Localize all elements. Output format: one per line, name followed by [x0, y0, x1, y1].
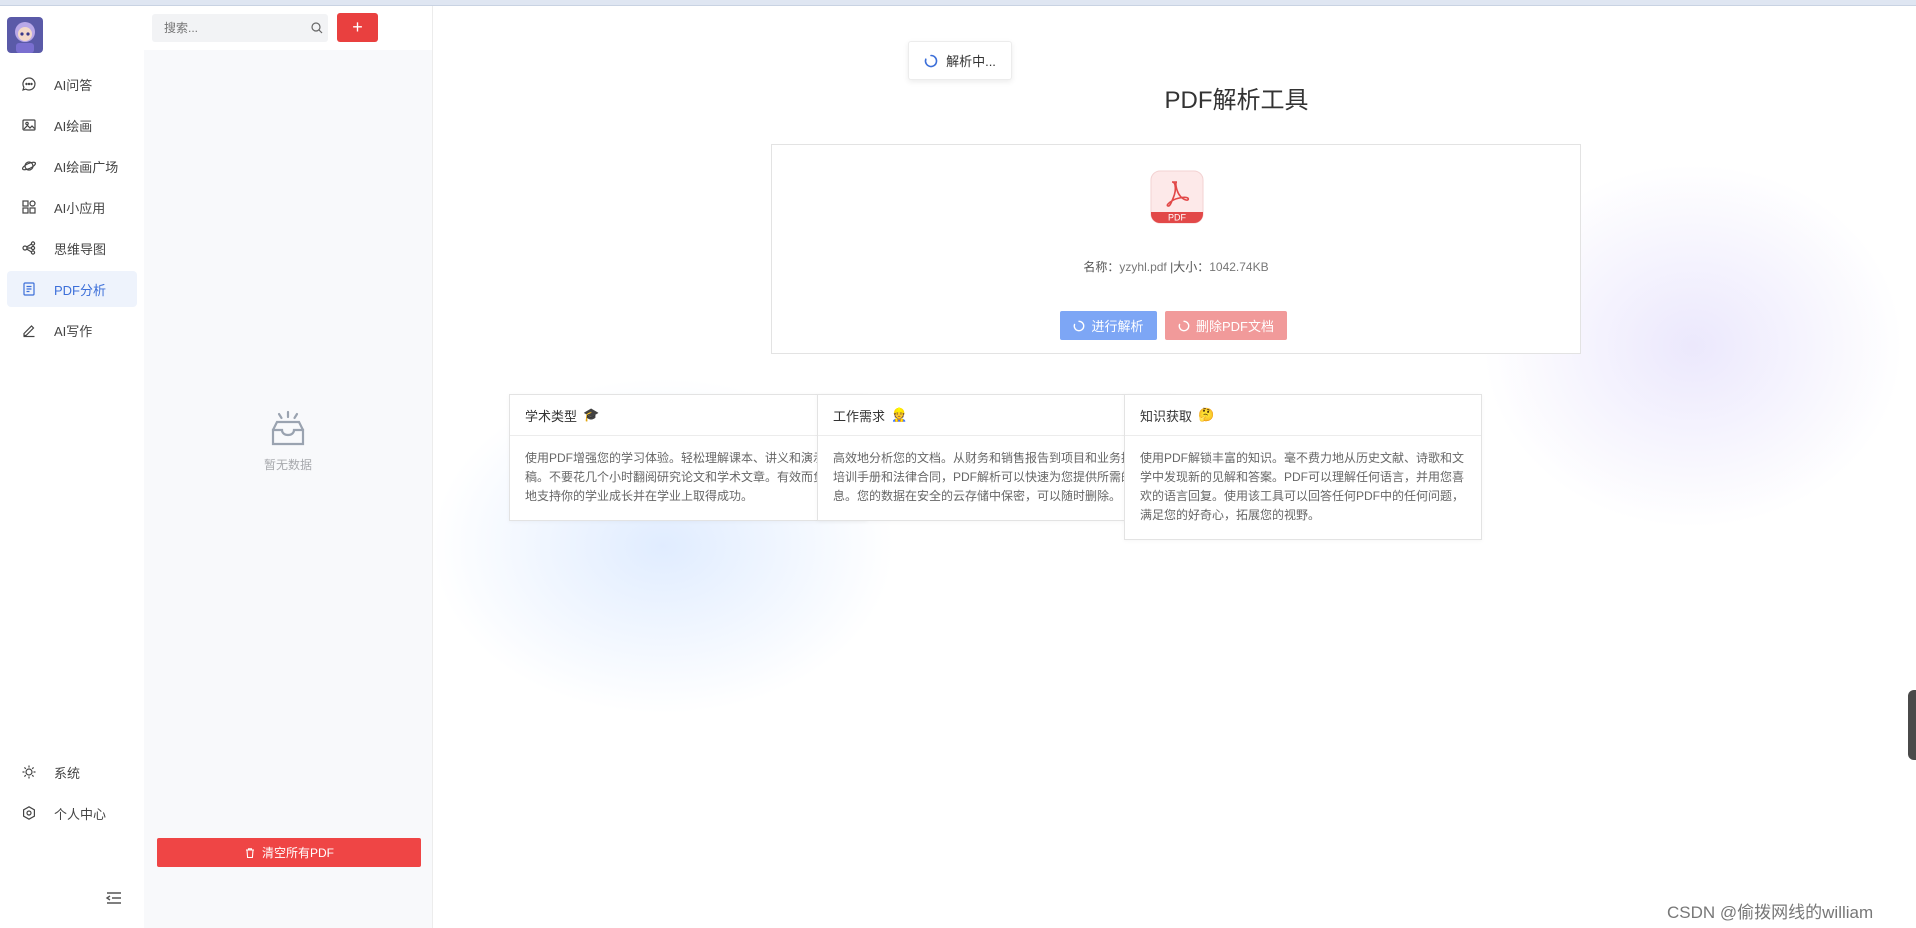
file-name-label: 名称：	[1083, 260, 1120, 274]
parse-button[interactable]: 进行解析	[1060, 311, 1157, 340]
feature-title: 知识获取	[1140, 408, 1193, 424]
avatar[interactable]	[7, 17, 43, 53]
feature-card-header: 学术类型 🎓	[510, 395, 866, 436]
page-title: PDF解析工具	[1164, 87, 1309, 114]
search-input[interactable]	[152, 20, 306, 36]
scroll-edge-handle[interactable]	[1908, 690, 1916, 760]
nav-item-label: 思维导图	[54, 241, 107, 257]
nav-item-pdf-analysis[interactable]: PDF分析	[7, 271, 137, 307]
file-size: 1042.74KB	[1209, 260, 1269, 274]
search-icon[interactable]	[310, 21, 324, 35]
feature-title: 学术类型	[525, 408, 578, 424]
loading-spinner-icon	[924, 54, 938, 67]
nav-item-label: AI绘画广场	[54, 159, 119, 175]
parse-button-label: 进行解析	[1091, 319, 1144, 334]
feature-text: 使用PDF增强您的学习体验。轻松理解课本、讲义和演示文稿。不要花几个小时翻阅研究…	[525, 451, 850, 503]
left-nav: AI问答 AI绘画 AI绘画广场 AI小应用 思维导图 PDF分析 AI写作 系…	[0, 6, 145, 928]
worker-icon: 👷	[891, 407, 908, 422]
nav-item-label: AI绘画	[54, 118, 93, 134]
loading-spinner-icon	[1178, 320, 1190, 331]
pdf-list-toolbar: +	[144, 6, 432, 50]
nav-item-mindmap[interactable]: 思维导图	[7, 230, 137, 266]
chat-bubble-icon	[18, 73, 40, 95]
add-pdf-button[interactable]: +	[337, 13, 378, 42]
feature-text: 高效地分析您的文档。从财务和销售报告到项目和业务提案、培训手册和法律合同，PDF…	[833, 451, 1158, 503]
nav-item-label: PDF分析	[54, 282, 107, 298]
thinking-face-icon: 🤔	[1198, 407, 1215, 422]
file-card: PDF 名称：yzyhl.pdf |大小：1042.74KB 进行解析 删除PD…	[771, 144, 1581, 354]
main-content: 解析中... PDF解析工具 PDF 名称：yzyhl.pdf |大小：1042…	[433, 6, 1916, 928]
feature-title: 工作需求	[833, 408, 886, 424]
empty-inbox-icon	[265, 410, 311, 450]
parsing-toast: 解析中...	[908, 41, 1012, 80]
nav-item-label: AI问答	[54, 77, 93, 93]
nav-item-ai-writing[interactable]: AI写作	[7, 312, 137, 348]
nav-item-ai-drawing-plaza[interactable]: AI绘画广场	[7, 148, 137, 184]
toast-text: 解析中...	[946, 54, 996, 69]
apps-grid-icon	[18, 196, 40, 218]
planet-icon	[18, 155, 40, 177]
user-center-icon	[18, 802, 40, 824]
file-name: yzyhl.pdf	[1119, 260, 1167, 274]
nav-item-user-center[interactable]: 个人中心	[7, 795, 137, 831]
nav-item-label: 个人中心	[54, 806, 107, 822]
feature-card-academic: 学术类型 🎓 使用PDF增强您的学习体验。轻松理解课本、讲义和演示文稿。不要花几…	[509, 394, 867, 521]
file-info: 名称：yzyhl.pdf |大小：1042.74KB	[772, 258, 1580, 275]
pen-icon	[18, 319, 40, 341]
pdf-file-icon: PDF	[1150, 170, 1204, 224]
nav-item-ai-drawing[interactable]: AI绘画	[7, 107, 137, 143]
clear-all-pdf-button[interactable]: 清空所有PDF	[157, 838, 421, 867]
empty-text: 暂无数据	[263, 458, 312, 472]
feature-card-header: 知识获取 🤔	[1125, 395, 1481, 436]
feature-card-work: 工作需求 👷 高效地分析您的文档。从财务和销售报告到项目和业务提案、培训手册和法…	[817, 394, 1175, 521]
nav-item-ai-apps[interactable]: AI小应用	[7, 189, 137, 225]
nav-item-label: 系统	[54, 765, 81, 781]
image-icon	[18, 114, 40, 136]
clear-all-label: 清空所有PDF	[261, 846, 334, 860]
search-box	[152, 14, 328, 42]
nav-item-ai-chat[interactable]: AI问答	[7, 66, 137, 102]
empty-state: 暂无数据	[144, 410, 432, 473]
trash-icon	[244, 847, 256, 859]
collapse-sidebar-icon[interactable]	[104, 888, 124, 908]
pdf-icon-label: PDF	[1168, 213, 1187, 223]
watermark: CSDN @偷拨网线的william	[1667, 903, 1874, 922]
nav-item-label: AI小应用	[54, 200, 106, 216]
mindmap-icon	[18, 237, 40, 259]
nav-item-label: AI写作	[54, 323, 93, 339]
graduation-cap-icon: 🎓	[583, 407, 600, 422]
file-size-label: 大小：	[1173, 260, 1210, 274]
pdf-list-panel: + 暂无数据 清空所有PDF	[144, 6, 433, 928]
nav-item-system[interactable]: 系统	[7, 754, 137, 790]
feature-card-knowledge: 知识获取 🤔 使用PDF解锁丰富的知识。毫不费力地从历史文献、诗歌和文学中发现新…	[1124, 394, 1482, 540]
sun-settings-icon	[18, 761, 40, 783]
feature-text: 使用PDF解锁丰富的知识。毫不费力地从历史文献、诗歌和文学中发现新的见解和答案。…	[1140, 451, 1465, 522]
delete-button-label: 删除PDF文档	[1195, 319, 1274, 334]
feature-card-header: 工作需求 👷	[818, 395, 1174, 436]
delete-pdf-button[interactable]: 删除PDF文档	[1165, 311, 1287, 340]
document-icon	[18, 278, 40, 300]
loading-spinner-icon	[1074, 320, 1085, 331]
